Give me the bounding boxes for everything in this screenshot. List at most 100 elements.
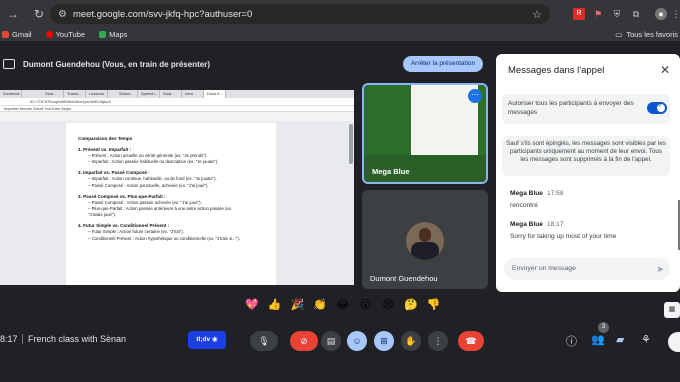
toggle-label: Autoriser tous les participants à envoye… xyxy=(508,100,634,116)
document-heading: 3. Passé Composé vs. Plus-que-Parfait : xyxy=(78,193,166,199)
leave-call-button[interactable]: ☎ xyxy=(458,331,484,351)
message-text: rencontré xyxy=(510,202,538,209)
extension-shield-icon[interactable]: ⛨ xyxy=(611,8,623,20)
all-bookmarks[interactable]: ▭ Tous les favoris xyxy=(615,30,678,39)
gmail-icon xyxy=(2,31,9,38)
close-icon[interactable]: ✕ xyxy=(660,63,670,77)
bookmark-youtube[interactable]: YouTube xyxy=(45,30,86,39)
chat-icon[interactable]: ▰ xyxy=(616,333,624,346)
url-text: meet.google.com/svv-jkfq-hpc?authuser=0 xyxy=(72,8,253,20)
people-icon[interactable]: 👥 xyxy=(591,333,605,346)
bookmark-star-icon[interactable]: ☆ xyxy=(532,8,542,21)
captions-button[interactable]: ▤ xyxy=(321,331,341,351)
document-heading: 1. Présent vs. Imparfait : xyxy=(78,147,132,152)
document-line: – Imparfait : Action passée habituelle o… xyxy=(88,159,219,165)
avatar xyxy=(406,222,444,260)
meeting-controls: 8:17 French class with Sènan tl;dv ◉ 🎙 ⊘… xyxy=(0,322,680,358)
emoji-icon: ☺ xyxy=(352,336,362,346)
avatar-face xyxy=(419,228,431,242)
menu-kebab-icon[interactable]: ⋮ xyxy=(670,8,680,20)
chat-permission-setting: Autoriser tous les participants à envoye… xyxy=(502,94,670,124)
reaction-surprised-icon[interactable]: 😮 xyxy=(355,298,375,311)
side-extension-icon[interactable]: ▦ xyxy=(664,302,680,318)
participant-tile-dumont[interactable]: Dumont Guendehou xyxy=(362,190,488,289)
allow-messages-toggle[interactable] xyxy=(647,102,667,114)
message-placeholder: Envoyer un message xyxy=(512,265,576,272)
reaction-heart-icon[interactable]: 💖 xyxy=(242,298,262,311)
browser-toolbar: → ↻ ⚙ meet.google.com/svv-jkfq-hpc?authu… xyxy=(0,0,680,28)
info-icon[interactable]: ⓘ xyxy=(566,333,577,349)
mini-tab: Stud... xyxy=(42,90,64,98)
reactions-button[interactable]: ☺ xyxy=(347,331,367,351)
present-button[interactable]: ⊞ xyxy=(374,331,394,351)
tile-options-icon[interactable]: ⋯ xyxy=(468,89,482,103)
reaction-thumbs-up-icon[interactable]: 👍 xyxy=(265,298,285,311)
mini-tab: Transl... xyxy=(64,90,86,98)
reaction-laugh-icon[interactable]: 😂 xyxy=(333,298,353,311)
mini-tab: Speech... xyxy=(138,90,160,98)
address-bar[interactable]: ⚙ meet.google.com/svv-jkfq-hpc?authuser=… xyxy=(50,4,550,24)
bookmark-label: YouTube xyxy=(55,30,86,39)
mini-address-bar: ID=72IC57Ibuqes8lEfdbs3fcn4ysn5nf2Z8pluX xyxy=(0,98,354,106)
message-input[interactable]: Envoyer un message ➤ xyxy=(504,258,670,280)
meeting-time: 8:17 xyxy=(0,334,18,344)
present-screen-icon xyxy=(3,59,15,69)
more-options-button[interactable]: ⋮ xyxy=(428,331,448,351)
reload-icon[interactable]: ↻ xyxy=(30,7,48,21)
reaction-thinking-icon[interactable]: 🤔 xyxy=(401,298,421,311)
chat-panel: Messages dans l'appel ✕ Autoriser tous l… xyxy=(496,54,680,292)
folder-icon: ▭ xyxy=(615,30,623,39)
divider xyxy=(22,334,23,344)
back-arrow-icon[interactable]: → xyxy=(4,7,22,21)
present-icon: ⊞ xyxy=(380,336,388,346)
reaction-thumbs-down-icon[interactable]: 👎 xyxy=(424,298,444,311)
document-heading: 2. Imparfait vs. Passé Composé : xyxy=(78,170,150,176)
chat-message: Mega Blue 18:17 Sorry for taking up most … xyxy=(510,221,616,240)
message-text: Sorry for taking up most of your time xyxy=(510,233,617,240)
microphone-icon: 🎙 xyxy=(258,336,270,346)
camera-off-icon: ⊘ xyxy=(300,336,308,346)
hand-icon: ✋ xyxy=(405,336,417,346)
message-sender: Mega Blue xyxy=(510,221,543,228)
bookmark-label: Maps xyxy=(109,30,128,39)
send-icon[interactable]: ➤ xyxy=(656,258,664,280)
document-page: Comparaison des Temps 1. Présent vs. Impa… xyxy=(66,123,276,285)
mini-tab: Dicebook xyxy=(0,90,22,98)
reaction-bar: 💖 👍 🎉 👏 😂 😮 😢 🤔 👎 xyxy=(242,298,446,311)
maps-icon xyxy=(99,31,107,38)
mini-tab: Intro xyxy=(182,90,204,98)
document-heading: Comparaison des Temps xyxy=(78,136,133,141)
stop-presenting-button[interactable]: Arrêter la présentation xyxy=(403,56,483,72)
tldv-extension-button[interactable]: tl;dv ◉ xyxy=(188,331,226,349)
mini-tab: Lessons xyxy=(86,90,108,98)
bookmarks-bar: Gmail YouTube Maps ▭ Tous les favoris xyxy=(0,28,680,42)
scrollbar[interactable] xyxy=(349,124,353,164)
participant-name: Mega Blue xyxy=(372,167,410,176)
extensions-puzzle-icon[interactable]: ⧉ xyxy=(630,8,642,20)
bookmark-gmail[interactable]: Gmail xyxy=(2,30,32,39)
bookmark-label: Gmail xyxy=(12,30,32,39)
profile-avatar-icon[interactable]: ● xyxy=(655,8,667,20)
camera-off-button[interactable]: ⊘ xyxy=(290,331,318,351)
mini-doc-toolbar xyxy=(0,112,354,121)
chat-message: Mega Blue 17:58 rencontré xyxy=(510,190,564,209)
reaction-sad-icon[interactable]: 😢 xyxy=(378,298,398,311)
reaction-clap-icon[interactable]: 👏 xyxy=(310,298,330,311)
extension-red-icon[interactable]: R xyxy=(573,8,585,20)
participant-tile-mega-blue[interactable]: ⋯ Mega Blue xyxy=(362,83,488,184)
mini-tab: Select... xyxy=(116,90,138,98)
site-info-icon[interactable]: ⚙ xyxy=(58,9,67,20)
message-time: 17:58 xyxy=(546,190,564,197)
bookmark-maps[interactable]: Maps xyxy=(99,30,127,39)
mini-tab-strip: Dicebook Stud... Transl... Lessons Selec… xyxy=(0,90,354,98)
raise-hand-button[interactable]: ✋ xyxy=(401,331,421,351)
mini-tab-active: Docs tr... xyxy=(204,90,226,98)
document-heading: 4. Futur Simple vs. Conditionnel Présent… xyxy=(78,223,170,229)
reaction-party-icon[interactable]: 🎉 xyxy=(287,298,307,311)
all-bookmarks-label: Tous les favoris xyxy=(626,30,678,39)
extension-flag-icon[interactable]: ⚑ xyxy=(592,8,604,20)
toggle-knob xyxy=(657,102,665,112)
microphone-button[interactable]: 🎙 xyxy=(250,331,278,351)
document-line: – Conditionnel Présent : Action hypothét… xyxy=(88,235,240,241)
activities-icon[interactable]: ⚘ xyxy=(641,333,651,346)
